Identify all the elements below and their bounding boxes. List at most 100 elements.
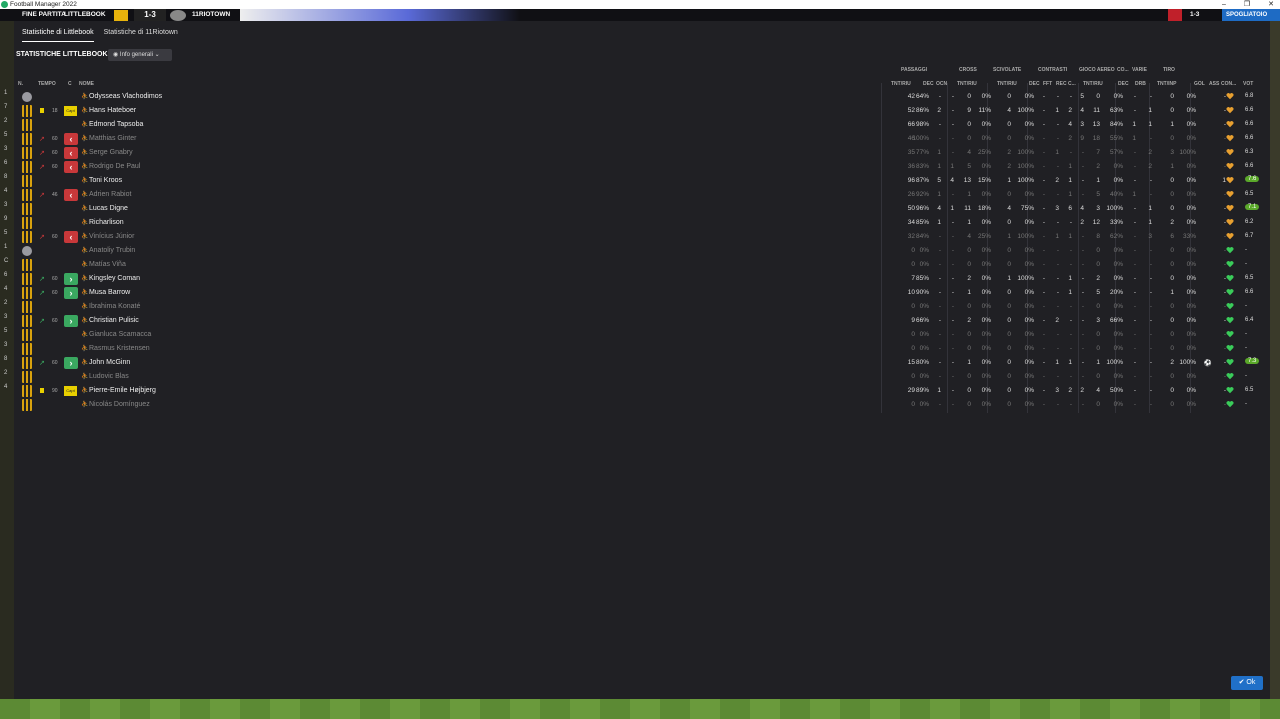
player-row[interactable]: 7 18 Capt ⛹ Hans Hateboer 52 86% 2-9 11% 4 100% -1 2…: [4, 104, 1254, 118]
player-name[interactable]: Edmond Tapsoba: [89, 121, 143, 128]
player-row[interactable]: 2 ⛹ Edmond Tapsoba 66 98% - -0 0% 0 0% - -4 3 13 84% 1 1…: [4, 118, 1254, 132]
squad-number: 2: [4, 118, 8, 124]
player-name[interactable]: Christian Pulisic: [89, 317, 139, 324]
header-condition[interactable]: CON...: [1221, 81, 1236, 87]
player-name[interactable]: Matthias Ginter: [89, 135, 136, 142]
player-row[interactable]: 3 ↗ 60 ‹ ⛹ Serge Gnabry 35 77% 1-4 25% 2 100% -1- -7 5…: [4, 146, 1254, 160]
player-row[interactable]: 4 ↗ 46 ‹ ⛹ Adrien Rabiot 26 92% 1-1 0% 0 0% - -1-5 40%…: [4, 188, 1254, 202]
player-row[interactable]: 3 ⛹ Lucas Digne 50 96% 4 1 11 18% 4 75% -3 6 4 3 100% -1…: [4, 202, 1260, 216]
player-row[interactable]: 6 ↗ 60 ‹ ⛹ Rodrigo De Paul 36 83% 1 1 5 0% 2 100% - -1-…: [4, 160, 1254, 174]
player-row[interactable]: 5 ⛹ Gianluca Scamacca 0 0% - -0 0% 0 0% - - - -0 0% - -0…: [4, 328, 1254, 342]
player-name[interactable]: Rodrigo De Paul: [89, 163, 140, 170]
player-name[interactable]: Musa Barrow: [89, 289, 130, 296]
header-dribbles[interactable]: DRB: [1135, 81, 1146, 87]
header-pas-dec[interactable]: DEC: [923, 81, 934, 87]
player-row[interactable]: 2 ⛹ Ludovic Blas 0 0% - -0 0% 0 0% - - - -0 0% - -0 0% - -: [4, 370, 1254, 384]
alert-icon[interactable]: [1168, 9, 1182, 21]
stat-shots-att: 3: [1170, 149, 1174, 156]
player-name[interactable]: Richarlison: [89, 219, 124, 226]
player-row[interactable]: 6 ↗ 60 › ⛹ Kingsley Coman 7 85% - -2 0% 1 100% - -1-2 0…: [4, 272, 1254, 286]
player-row[interactable]: 5 ↗ 60 ‹ ⛹ Matthias Ginter 46 100% - -0 0% 0 0% - -2 9 1…: [4, 132, 1254, 146]
header-aerial[interactable]: GIOCO AEREO: [1079, 67, 1115, 73]
player-name[interactable]: Rasmus Kristensen: [89, 345, 150, 352]
tab-littlebook-stats[interactable]: Statistiche di Littlebook: [22, 29, 94, 42]
header-shots-att[interactable]: TNT/INP: [1157, 81, 1176, 87]
sub-arrow-icon: ↗: [39, 234, 45, 241]
maximize-button[interactable]: ❐: [1244, 0, 1250, 9]
player-name[interactable]: Hans Hateboer: [89, 107, 136, 114]
header-pas-ocn[interactable]: OCN: [936, 81, 947, 87]
player-row[interactable]: ⛹ Nicolás Domínguez 0 0% - -0 0% 0 0% - - - -0 0% - -0 0…: [16, 398, 1254, 412]
minimize-button[interactable]: –: [1222, 0, 1226, 9]
view-dropdown[interactable]: ◉ Info generali ⌄: [108, 49, 172, 61]
player-name[interactable]: Matías Viña: [89, 261, 126, 268]
player-name[interactable]: Vinícius Júnior: [89, 233, 134, 240]
header-slide-att[interactable]: TNT/RIU: [997, 81, 1017, 87]
shirt-icon: [22, 343, 32, 355]
player-name[interactable]: Pierre-Emile Højbjerg: [89, 387, 156, 394]
player-name[interactable]: Ludovic Blas: [89, 373, 129, 380]
captain-badge: Capt: [64, 106, 77, 116]
header-shots[interactable]: TIRO: [1163, 67, 1175, 73]
player-name[interactable]: Adrien Rabiot: [89, 191, 131, 198]
header-goals[interactable]: GOL: [1194, 81, 1205, 87]
tab-riotown-stats[interactable]: Statistiche di 11Riotown: [104, 29, 178, 42]
player-name[interactable]: Nicolás Domínguez: [89, 401, 150, 408]
player-row[interactable]: 4 90 Capt ⛹ Pierre-Emile Højbjerg 29 89% 1-0 0% 0…: [4, 384, 1254, 398]
ok-button[interactable]: ✔ Ok: [1231, 676, 1263, 690]
player-row[interactable]: 4 ↗ 60 › ⛹ Musa Barrow 10 90% - -1 0% 0 0% - -1-5 20% - -…: [4, 286, 1254, 300]
header-tack-rec[interactable]: REC: [1056, 81, 1067, 87]
header-tack-c[interactable]: C...: [1068, 81, 1076, 87]
header-aerial-att[interactable]: TNT/RIU: [1083, 81, 1103, 87]
dressing-room-button[interactable]: SPOGLIATOIO: [1222, 9, 1280, 21]
header-co[interactable]: CO...: [1117, 67, 1129, 73]
player-name[interactable]: Ibrahima Konaté: [89, 303, 140, 310]
header-cross[interactable]: CROSS: [959, 67, 977, 73]
stat-shots-att: 0: [1170, 177, 1174, 184]
player-name[interactable]: Anatoliy Trubin: [89, 247, 135, 254]
player-row[interactable]: 2 ⛹ Ibrahima Konaté 0 0% - -0 0% 0 0% - - - -0 0% - -0 0%…: [4, 300, 1254, 314]
player-name[interactable]: Odysseas Vlachodimos: [89, 93, 162, 100]
condition-heart-icon: [1226, 274, 1234, 282]
player-row[interactable]: 1 ⛹ Odysseas Vlachodimos 42 64% - -0 0% 0 0% - - -5 0…: [4, 90, 1254, 104]
header-co-dec[interactable]: DEC: [1118, 81, 1129, 87]
header-tack-fft[interactable]: FFT: [1043, 81, 1052, 87]
player-row[interactable]: 5 ↗ 60 ‹ ⛹ Vinícius Júnior 32 84% - -4 25% 1 100% -1 1…: [4, 230, 1254, 244]
player-name[interactable]: Gianluca Scamacca: [89, 331, 151, 338]
header-tack-dec[interactable]: DEC: [1029, 81, 1040, 87]
stat-dribbles: -: [1149, 247, 1152, 254]
close-button[interactable]: ✕: [1268, 0, 1274, 9]
home-team-name[interactable]: LITTLEBOOK: [64, 11, 106, 18]
header-passes[interactable]: PASSAGGI: [901, 67, 927, 73]
player-name[interactable]: Kingsley Coman: [89, 275, 140, 282]
stat-slide-att: 0: [1007, 345, 1011, 352]
header-rating[interactable]: VOT: [1243, 81, 1253, 87]
player-name[interactable]: Lucas Digne: [89, 205, 128, 212]
player-row[interactable]: 9 ⛹ Richarlison 34 85% 1-1 0% 0 0% - - -2 12 33% -1 2 0%…: [4, 216, 1254, 230]
header-assists[interactable]: ASS: [1209, 81, 1219, 87]
header-misc[interactable]: VARIE: [1132, 67, 1147, 73]
stat-cross-pct: 0%: [981, 261, 991, 268]
header-cross-att[interactable]: TNT/RIU: [957, 81, 977, 87]
player-row[interactable]: 8 ↗ 60 › ⛹ John McGinn 15 80% - -1 0% 0 0% -1 1-1 100% -…: [4, 356, 1260, 370]
away-team-name[interactable]: 11RIOTOWN: [192, 11, 230, 18]
header-pas-att[interactable]: TNT/RIU: [891, 81, 911, 87]
header-c[interactable]: C: [68, 81, 72, 87]
player-row[interactable]: 3 ↗ 60 › ⛹ Christian Pulisic 9 66% - -2 0% 0 0% -2- -3…: [4, 314, 1254, 328]
player-row[interactable]: 3 ⛹ Rasmus Kristensen 0 0% - -0 0% 0 0% - - - -0 0% - -0…: [4, 342, 1254, 356]
squad-number: 4: [4, 286, 8, 292]
player-name[interactable]: John McGinn: [89, 359, 130, 366]
player-row[interactable]: C ⛹ Matías Viña 0 0% - -0 0% 0 0% - - - -0 0% - -0 0% - -: [4, 258, 1254, 272]
stat-shots-pct: 0%: [1186, 303, 1196, 310]
header-name[interactable]: NOME: [79, 81, 94, 87]
player-row[interactable]: 1 ⛹ Anatoliy Trubin 0 0% - -0 0% 0 0% - - - -0 0% - -0 0%…: [4, 244, 1254, 258]
role-icon: ⛹: [81, 108, 89, 114]
player-row[interactable]: 8 ⛹ Toni Kroos 96 87% 5 4 13 15% 1 100% -2 1-1 0% - -0 0…: [4, 174, 1260, 188]
stat-dribbles: -: [1149, 177, 1152, 184]
header-tackles-slide[interactable]: SCIVOLATE: [993, 67, 1021, 73]
header-tackles[interactable]: CONTRASTI: [1038, 67, 1067, 73]
header-number[interactable]: N.: [18, 81, 23, 87]
player-name[interactable]: Toni Kroos: [89, 177, 122, 184]
player-name[interactable]: Serge Gnabry: [89, 149, 133, 156]
header-time[interactable]: TEMPO: [38, 81, 56, 87]
